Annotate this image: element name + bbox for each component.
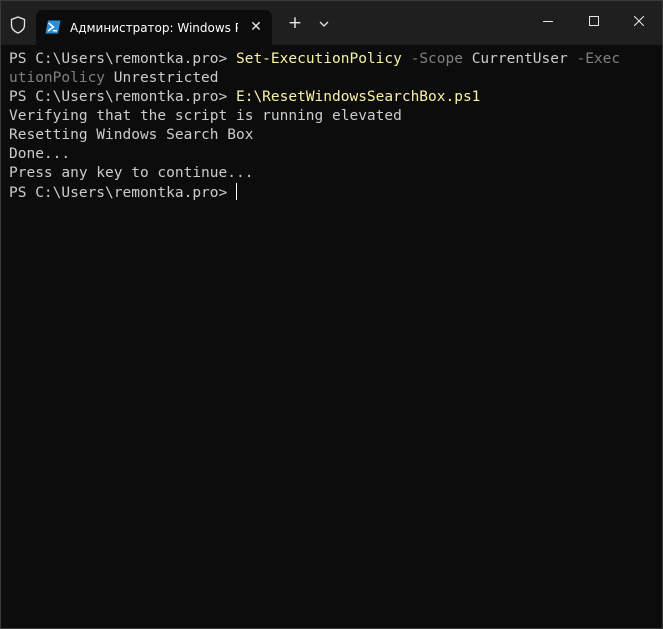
minimize-button[interactable] xyxy=(525,1,571,41)
prompt: PS C:\Users\remontka.pro> xyxy=(9,185,236,201)
close-button[interactable] xyxy=(616,1,662,41)
terminal-line: PS C:\Users\remontka.pro> E:\ResetWindow… xyxy=(9,88,659,107)
argument: CurrentUser xyxy=(462,51,568,67)
close-icon xyxy=(634,16,644,26)
terminal-line: Press any key to continue... xyxy=(9,165,254,181)
parameter: -Scope xyxy=(401,51,463,67)
shield-icon xyxy=(10,16,26,34)
maximize-button[interactable] xyxy=(571,1,617,41)
terminal-line: PS C:\Users\remontka.pro> xyxy=(9,183,659,202)
parameter: utionPolicy xyxy=(9,70,106,86)
prompt: PS C:\Users\remontka.pro> xyxy=(9,51,236,67)
minimize-icon xyxy=(543,21,553,22)
powershell-icon xyxy=(45,20,61,34)
argument: Unrestricted xyxy=(105,70,219,86)
text-cursor xyxy=(235,183,237,200)
command: Set-ExecutionPolicy xyxy=(235,51,402,67)
terminal-line: Resetting Windows Search Box xyxy=(9,127,254,143)
prompt: PS C:\Users\remontka.pro> xyxy=(9,89,236,105)
terminal-line: utionPolicy Unrestricted xyxy=(9,69,659,88)
tab-powershell[interactable]: Администратор: Windows PowerShell ✕ xyxy=(36,10,272,45)
chevron-down-icon[interactable] xyxy=(315,15,333,33)
new-tab-button[interactable]: + xyxy=(286,14,304,32)
terminal-output[interactable]: PS C:\Users\remontka.pro> Set-ExecutionP… xyxy=(9,50,659,202)
tab-close-button[interactable]: ✕ xyxy=(247,18,265,36)
command: E:\ResetWindowsSearchBox.ps1 xyxy=(235,89,481,105)
title-bar: Администратор: Windows PowerShell ✕ + xyxy=(1,1,662,45)
maximize-icon xyxy=(589,16,599,26)
terminal-line: Done... xyxy=(9,146,71,162)
terminal-line: PS C:\Users\remontka.pro> Set-ExecutionP… xyxy=(9,50,659,69)
tab-title: Администратор: Windows PowerShell xyxy=(70,21,238,35)
terminal-window: Администратор: Windows PowerShell ✕ + PS… xyxy=(0,0,663,629)
terminal-line: Verifying that the script is running ele… xyxy=(9,108,402,124)
parameter: -Exec xyxy=(567,51,621,67)
